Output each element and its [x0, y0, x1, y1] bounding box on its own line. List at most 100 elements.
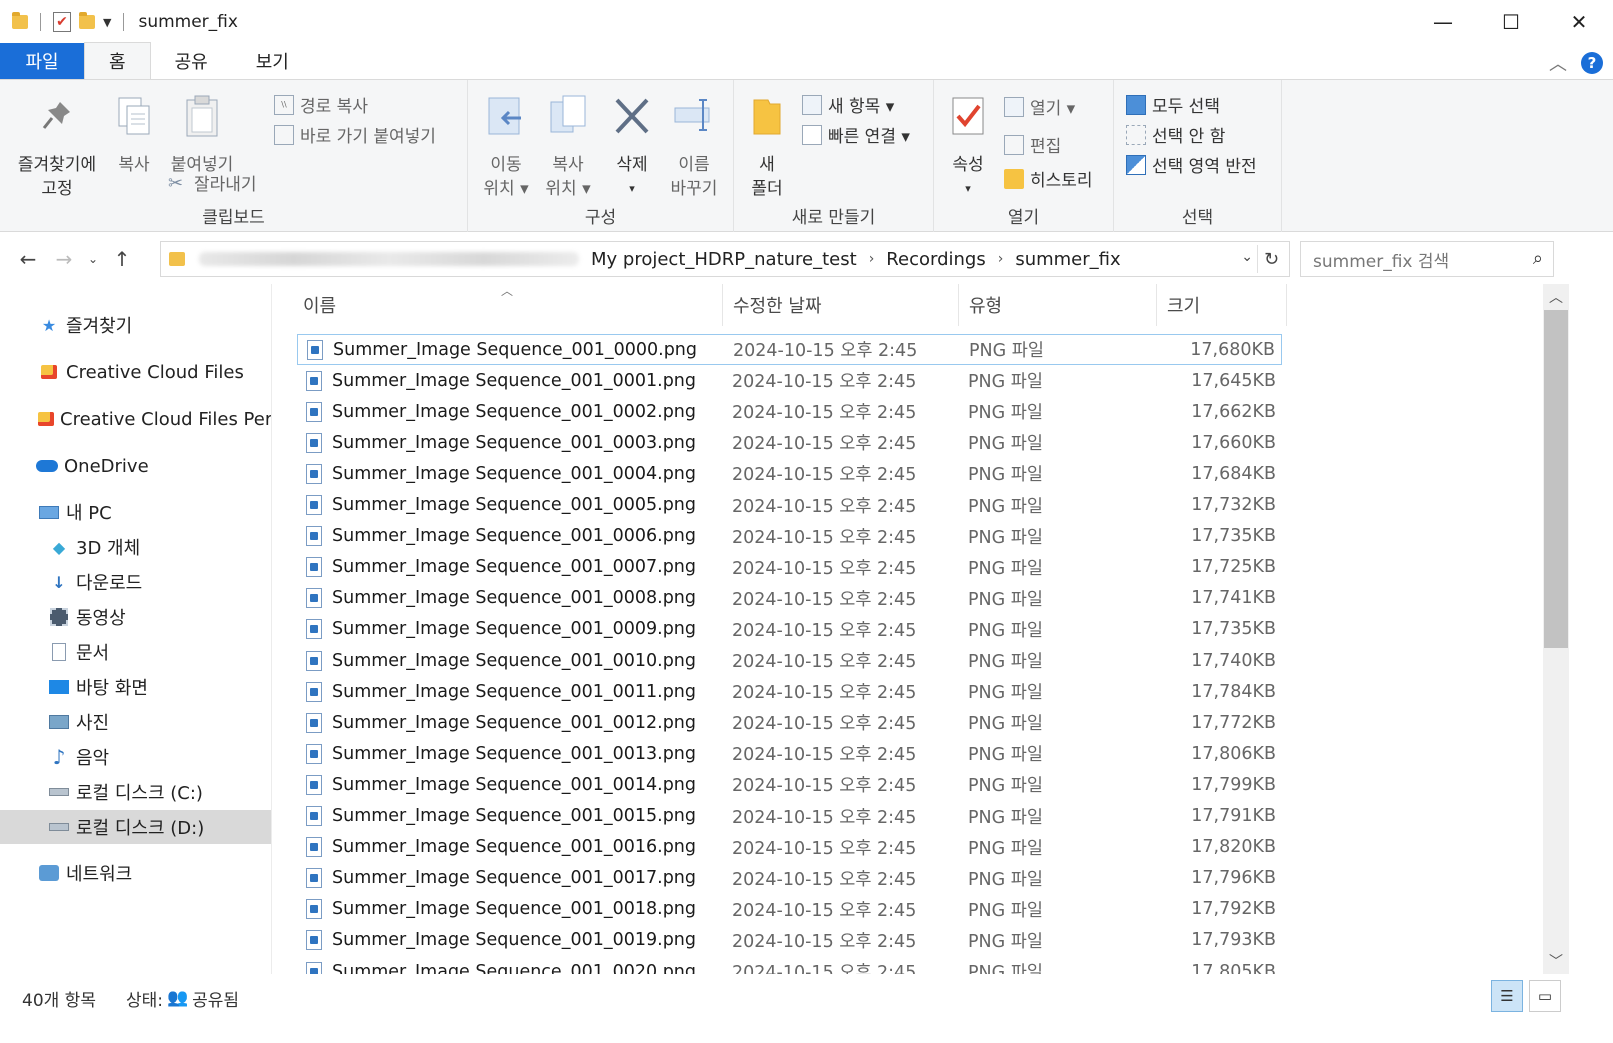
nav-item-creative-cloud[interactable]: Creative Cloud Files	[0, 355, 271, 389]
file-date: 2024-10-15 오후 2:45	[732, 838, 917, 859]
nav-item-videos[interactable]: 동영상	[0, 600, 271, 634]
new-item-button[interactable]: 새 항목 ▾	[802, 92, 894, 117]
nav-item-3d-objects[interactable]: ◆ 3D 개체	[0, 530, 271, 564]
file-row[interactable]: Summer_Image Sequence_001_0019.png 2024-1…	[297, 925, 1282, 956]
new-folder-button[interactable]: 새 폴더	[742, 94, 792, 201]
breadcrumb-summer-fix[interactable]: summer_fix	[1015, 249, 1120, 270]
nav-item-drive-c[interactable]: 로컬 디스크 (C:)	[0, 775, 271, 809]
up-arrow-icon[interactable]: ↑	[104, 247, 140, 271]
paste-shortcut-button[interactable]: 바로 가기 붙여넣기	[274, 122, 436, 147]
file-row[interactable]: Summer_Image Sequence_001_0018.png 2024-1…	[297, 894, 1282, 925]
tab-view[interactable]: 보기	[232, 43, 313, 79]
column-header-date[interactable]: 수정한 날짜	[723, 284, 959, 326]
file-row[interactable]: Summer_Image Sequence_001_0009.png 2024-1…	[297, 614, 1282, 645]
file-row[interactable]: Summer_Image Sequence_001_0020.png 2024-1…	[297, 956, 1282, 974]
file-row[interactable]: Summer_Image Sequence_001_0001.png 2024-1…	[297, 365, 1282, 396]
select-all-button[interactable]: 모두 선택	[1126, 92, 1220, 117]
file-row[interactable]: Summer_Image Sequence_001_0010.png 2024-1…	[297, 645, 1282, 676]
customize-qat-chevron-icon[interactable]: ▼	[103, 16, 111, 29]
address-bar[interactable]: My project_HDRP_nature_test › Recordings…	[160, 241, 1290, 277]
easy-access-button[interactable]: 빠른 연결 ▾	[802, 122, 910, 147]
tab-file[interactable]: 파일	[0, 43, 84, 79]
nav-item-documents[interactable]: 문서	[0, 635, 271, 669]
file-date: 2024-10-15 오후 2:45	[732, 683, 917, 704]
breadcrumb-project[interactable]: My project_HDRP_nature_test	[591, 249, 857, 270]
details-view-icon[interactable]: ☰	[1491, 980, 1523, 1012]
open-button[interactable]: 열기 ▾	[1004, 94, 1075, 119]
scroll-down-arrow-icon[interactable]: ﹀	[1543, 948, 1569, 974]
properties-quick-icon[interactable]: ✔	[53, 12, 71, 32]
scrollbar-thumb[interactable]	[1544, 310, 1568, 648]
column-header-size[interactable]: 크기	[1157, 284, 1287, 326]
file-row[interactable]: Summer_Image Sequence_001_0008.png 2024-1…	[297, 583, 1282, 614]
tab-home[interactable]: 홈	[84, 42, 151, 79]
copy-to-button[interactable]: 복사 위치 ▾	[538, 94, 598, 201]
file-row[interactable]: Summer_Image Sequence_001_0006.png 2024-1…	[297, 521, 1282, 552]
delete-dropdown-arrow[interactable]: ▾	[606, 177, 658, 201]
nav-item-drive-d[interactable]: 로컬 디스크 (D:)	[0, 810, 271, 844]
recent-locations-chevron-icon[interactable]: ⌄	[82, 252, 104, 266]
scroll-up-arrow-icon[interactable]: ︿	[1543, 284, 1569, 310]
rename-button[interactable]: 이름 바꾸기	[664, 94, 724, 201]
search-icon[interactable]: ⌕	[1533, 248, 1543, 269]
new-group-label: 새로 만들기	[791, 208, 876, 228]
history-button[interactable]: 히스토리	[1004, 166, 1093, 191]
move-to-button[interactable]: 이동 위치 ▾	[476, 94, 536, 201]
copy-path-button[interactable]: \\ 경로 복사	[274, 92, 368, 117]
paste-button[interactable]: 붙여넣기	[166, 94, 238, 177]
file-row[interactable]: Summer_Image Sequence_001_0015.png 2024-1…	[297, 801, 1282, 832]
file-row[interactable]: Summer_Image Sequence_001_0000.png 2024-1…	[297, 334, 1282, 365]
column-header-name[interactable]: 이름	[293, 284, 723, 326]
close-button[interactable]: ✕	[1545, 0, 1613, 44]
file-row[interactable]: Summer_Image Sequence_001_0014.png 2024-1…	[297, 769, 1282, 800]
pin-to-quick-access-button[interactable]: 즐겨찾기에 고정	[10, 94, 104, 201]
minimize-button[interactable]: —	[1409, 0, 1477, 44]
back-arrow-icon[interactable]: ←	[10, 247, 46, 271]
file-size: 17,725KB	[1191, 557, 1276, 578]
new-folder-quick-icon[interactable]	[79, 12, 95, 29]
select-none-button[interactable]: 선택 안 함	[1126, 122, 1225, 147]
nav-item-downloads[interactable]: ↓ 다운로드	[0, 565, 271, 599]
file-row[interactable]: Summer_Image Sequence_001_0007.png 2024-1…	[297, 552, 1282, 583]
nav-item-creative-cloud-personal[interactable]: Creative Cloud Files Personal	[0, 402, 271, 436]
nav-item-onedrive[interactable]: OneDrive	[0, 449, 271, 483]
breadcrumb-separator[interactable]: ›	[869, 251, 875, 267]
nav-item-desktop[interactable]: 바탕 화면	[0, 670, 271, 704]
file-row[interactable]: Summer_Image Sequence_001_0003.png 2024-1…	[297, 427, 1282, 458]
refresh-icon[interactable]: ↻	[1257, 245, 1285, 273]
maximize-button[interactable]: ☐	[1477, 0, 1545, 44]
cut-button[interactable]: ✂ 잘라내기	[168, 170, 257, 196]
forward-arrow-icon[interactable]: →	[46, 247, 82, 271]
file-row[interactable]: Summer_Image Sequence_001_0011.png 2024-1…	[297, 676, 1282, 707]
nav-item-music[interactable]: ♪ 음악	[0, 740, 271, 774]
tab-share[interactable]: 공유	[151, 43, 232, 79]
properties-dropdown-arrow[interactable]: ▾	[942, 177, 994, 201]
nav-item-this-pc[interactable]: 내 PC	[0, 495, 271, 529]
edit-button[interactable]: 편집	[1004, 132, 1061, 157]
file-date: 2024-10-15 오후 2:45	[732, 931, 917, 952]
nav-item-network[interactable]: 네트워크	[0, 856, 271, 890]
breadcrumb-separator[interactable]: ›	[998, 251, 1004, 267]
breadcrumb-recordings[interactable]: Recordings	[886, 249, 985, 270]
file-row[interactable]: Summer_Image Sequence_001_0002.png 2024-1…	[297, 396, 1282, 427]
file-row[interactable]: Summer_Image Sequence_001_0016.png 2024-1…	[297, 832, 1282, 863]
nav-item-pictures[interactable]: 사진	[0, 705, 271, 739]
file-row[interactable]: Summer_Image Sequence_001_0017.png 2024-1…	[297, 863, 1282, 894]
search-placeholder: summer_fix 검색	[1313, 251, 1450, 272]
large-icons-view-icon[interactable]: ▭	[1529, 980, 1561, 1012]
search-box[interactable]: summer_fix 검색 ⌕	[1300, 241, 1554, 277]
copy-button[interactable]: 복사	[110, 94, 158, 177]
properties-button[interactable]: 속성 ▾	[942, 94, 994, 201]
address-dropdown-chevron-icon[interactable]: ⌄	[1241, 249, 1253, 265]
collapse-ribbon-chevron-icon[interactable]: ︿	[1549, 50, 1567, 76]
file-row[interactable]: Summer_Image Sequence_001_0005.png 2024-1…	[297, 490, 1282, 521]
nav-item-quick-access[interactable]: ★ 즐겨찾기	[0, 308, 271, 342]
column-header-type[interactable]: 유형	[959, 284, 1157, 326]
delete-button[interactable]: 삭제 ▾	[606, 94, 658, 201]
invert-selection-button[interactable]: 선택 영역 반전	[1126, 152, 1257, 177]
file-row[interactable]: Summer_Image Sequence_001_0013.png 2024-1…	[297, 738, 1282, 769]
file-row[interactable]: Summer_Image Sequence_001_0012.png 2024-1…	[297, 707, 1282, 738]
file-row[interactable]: Summer_Image Sequence_001_0004.png 2024-1…	[297, 458, 1282, 489]
vertical-scrollbar[interactable]: ︿ ﹀	[1543, 284, 1569, 974]
help-icon[interactable]: ?	[1581, 52, 1603, 74]
